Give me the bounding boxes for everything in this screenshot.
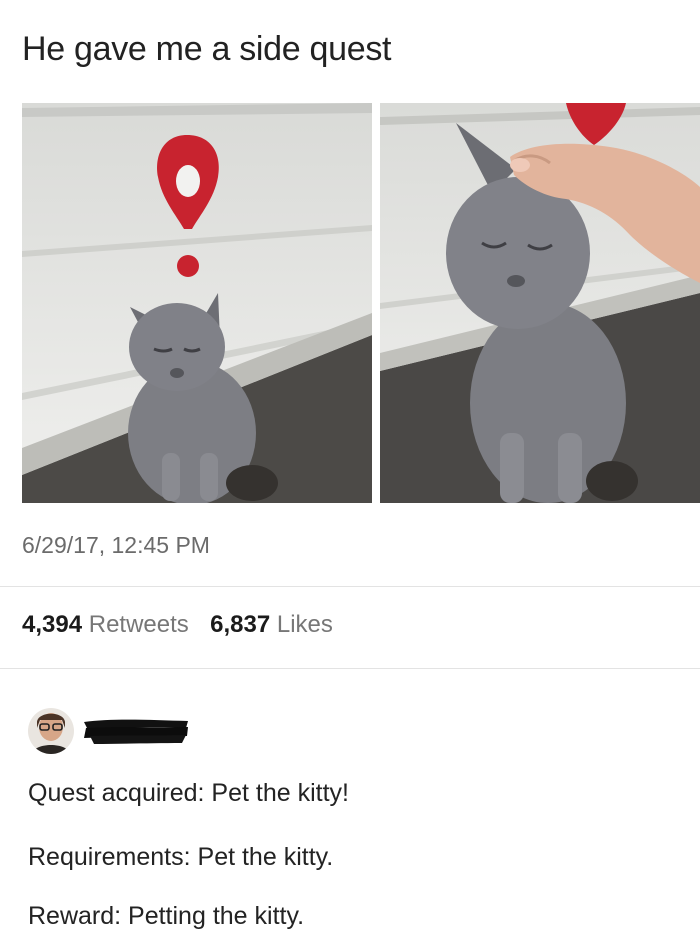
reply-author: [28, 708, 188, 758]
retweets-label[interactable]: Retweets: [89, 611, 189, 638]
avatar[interactable]: [28, 708, 74, 754]
likes-label[interactable]: Likes: [277, 611, 333, 638]
tweet-timestamp: 6/29/17, 12:45 PM: [22, 532, 210, 558]
tweet-stats: 4,394 Retweets 6,837 Likes: [22, 611, 333, 639]
reply-text-line: Quest acquired: Pet the kitty!: [28, 779, 349, 807]
divider: [0, 668, 700, 669]
tweet-photo-cat-being-petted[interactable]: [380, 103, 700, 503]
tweet-text: He gave me a side quest: [22, 30, 392, 68]
cat-petting-illustration: [380, 103, 700, 503]
retweets-count[interactable]: 4,394: [22, 611, 82, 638]
tweet-photo-cat-quest-marker[interactable]: [22, 103, 372, 503]
redacted-username: [82, 716, 190, 746]
reply-text-line: Requirements: Pet the kitty.: [28, 843, 334, 871]
reply-text-line: Reward: Petting the kitty.: [28, 902, 305, 930]
divider: [0, 586, 700, 587]
likes-count[interactable]: 6,837: [210, 611, 270, 638]
cat-quest-marker-illustration: [22, 103, 372, 503]
